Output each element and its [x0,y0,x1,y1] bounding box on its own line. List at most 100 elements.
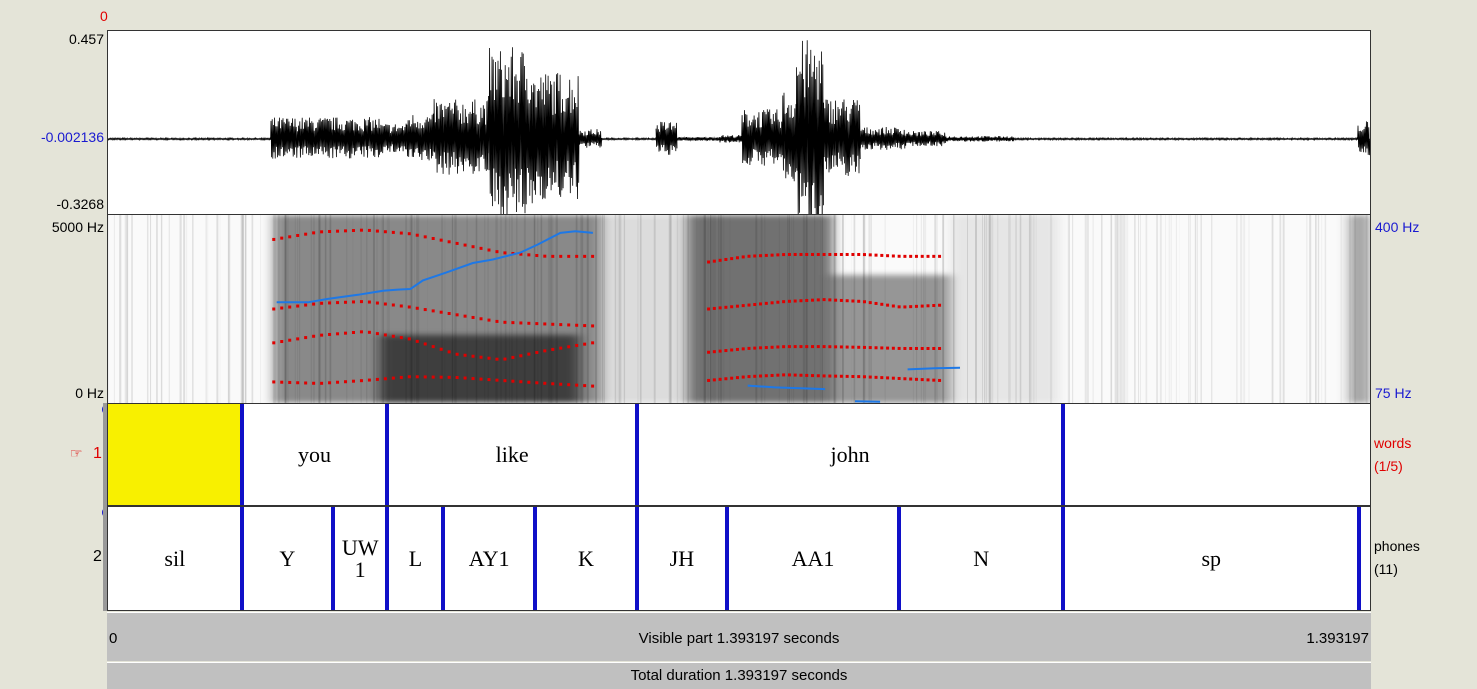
formant-point [359,330,363,334]
formant-point [487,356,491,360]
interval-k[interactable]: K [535,507,637,610]
formant-point [328,332,332,336]
formant-point [575,343,579,347]
formant-point [407,305,411,309]
formant-point [782,300,786,304]
visible-part-bar[interactable]: 0 Visible part 1.393197 seconds 1.393197 [107,612,1371,661]
formant-point [423,375,427,379]
formant-point [776,345,780,349]
interval-empty[interactable] [1063,404,1370,505]
formant-point [787,345,791,349]
formant-point [712,259,716,263]
formant-point [272,341,276,345]
formant-point [391,230,395,234]
formant-point [583,384,587,388]
formant-point [503,379,507,383]
tier-boundary[interactable] [1357,507,1362,610]
tier-2-name: phones [1374,538,1420,554]
formant-point [591,384,595,388]
interval-uw1[interactable]: UW1 [333,507,388,610]
formant-point [320,333,324,337]
interval-y[interactable]: Y [242,507,333,610]
formant-point [328,301,332,305]
interval-jh[interactable]: JH [637,507,727,610]
tier-boundary[interactable] [634,404,639,505]
tier-1-name: words [1374,435,1412,451]
tier-boundary[interactable] [1061,507,1066,610]
waveform-panel[interactable] [107,30,1371,229]
tier-boundary[interactable] [239,507,244,610]
spectrogram-freq-top-label: 5000 Hz [51,219,104,235]
interval-l[interactable]: L [387,507,443,610]
tier-boundary[interactable] [1061,404,1066,505]
formant-point [857,299,861,303]
interval-sp[interactable]: sp [1063,507,1359,610]
formant-point [805,373,809,377]
formant-point [718,377,722,381]
formant-point [799,345,803,349]
formant-point [741,255,745,259]
tier-boundary[interactable] [897,507,902,610]
formant-point [304,336,308,340]
formant-point [359,379,363,383]
formant-point [776,373,780,377]
formant-point [724,305,728,309]
spectrogram-panel[interactable] [107,215,1371,403]
tier-boundary[interactable] [330,507,335,610]
formant-point [932,378,936,382]
visible-end-label: 1.393197 [1306,630,1369,647]
formant-point [845,299,849,303]
formant-point [857,375,861,379]
interval-ay1[interactable]: AY1 [443,507,534,610]
interval-you[interactable]: you [242,404,388,505]
formant-point [455,376,459,380]
formant-point [891,304,895,308]
formant-point [926,378,930,382]
tier-boundary[interactable] [441,507,446,610]
formant-point [845,345,849,349]
formant-point [718,258,722,262]
tier-boundary[interactable] [385,404,390,505]
formant-point [897,305,901,309]
tier-words[interactable]: you like john [107,403,1371,506]
interval-n[interactable]: N [899,507,1063,610]
formant-point [793,252,797,256]
interval-sil[interactable]: sil [108,507,242,610]
formant-point [828,252,832,256]
formant-point [799,373,803,377]
formant-point [495,378,499,382]
formant-point [805,298,809,302]
formant-point [834,298,838,302]
formant-point [423,342,427,346]
waveform-mid-label: -0.002136 [40,129,104,145]
visible-part-label: Visible part 1.393197 seconds [638,630,840,647]
tier-phones[interactable]: sil Y UW1 L AY1 K JH AA1 Nsp [107,506,1371,611]
formant-point [575,254,579,258]
tier-boundary[interactable] [239,404,244,505]
formant-point [296,233,300,237]
formant-point [527,352,531,356]
formant-point [463,314,467,318]
formant-point [932,304,936,308]
formant-point [519,380,523,384]
formant-point [447,350,451,354]
formant-point [903,305,907,309]
interval-aa1[interactable]: AA1 [727,507,899,610]
tier-boundary[interactable] [385,507,390,610]
interval-john[interactable]: john [637,404,1063,505]
tier-boundary[interactable] [532,507,537,610]
formant-point [886,303,890,307]
interval-empty[interactable] [108,404,242,505]
interval-like[interactable]: like [387,404,636,505]
total-duration-bar[interactable]: Total duration 1.393197 seconds [107,662,1371,689]
formant-point [383,377,387,381]
formant-point [527,321,531,325]
formant-point [909,346,913,350]
formant-point [559,382,563,386]
formant-point [718,306,722,310]
tier-boundary[interactable] [724,507,729,610]
formant-point [787,252,791,256]
formant-point [296,337,300,341]
tier-boundary[interactable] [634,507,639,610]
formant-point [735,347,739,351]
